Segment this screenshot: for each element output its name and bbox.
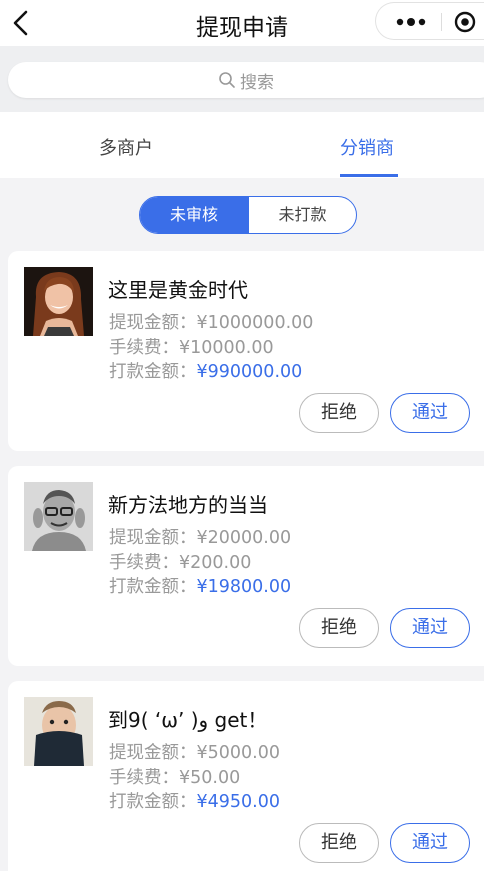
- filter-unpaid[interactable]: 未打款: [248, 197, 356, 233]
- withdrawal-card: 新方法地方的当当 提现金额：¥20000.00 手续费：¥200.00 打款金额…: [8, 466, 484, 666]
- payout-row: 打款金额：¥4950.00: [109, 792, 281, 812]
- payout-amount: ¥19800.00: [196, 577, 292, 597]
- payout-row: 打款金额：¥19800.00: [109, 577, 292, 597]
- approve-button[interactable]: 通过: [390, 608, 470, 648]
- avatar: [24, 482, 93, 551]
- search-icon: [219, 72, 235, 88]
- active-tab-indicator: [340, 174, 398, 177]
- fee-amount: ¥200.00: [179, 553, 252, 573]
- reject-button[interactable]: 拒绝: [299, 823, 379, 863]
- avatar: [24, 267, 93, 336]
- withdrawal-card: 到9( ‘ω’ )و get！ 提现金额：¥5000.00 手续费：¥50.00…: [8, 681, 484, 871]
- avatar: [24, 697, 93, 766]
- search-input[interactable]: 搜索: [8, 62, 484, 98]
- distributor-name: 这里是黄金时代: [108, 278, 248, 302]
- fee-amount: ¥50.00: [179, 768, 241, 788]
- search-placeholder: 搜索: [240, 72, 274, 93]
- payout-amount: ¥990000.00: [196, 362, 303, 382]
- fee-amount: ¥10000.00: [179, 338, 274, 358]
- withdraw-amount-row: 提现金额：¥1000000.00: [109, 313, 314, 333]
- distributor-name: 到9( ‘ω’ )و get！: [108, 708, 268, 732]
- more-icon[interactable]: [394, 12, 428, 32]
- payout-row: 打款金额：¥990000.00: [109, 362, 303, 382]
- fee-row: 手续费：¥200.00: [109, 553, 252, 573]
- withdraw-amount: ¥1000000.00: [196, 313, 314, 333]
- close-mini-program-icon[interactable]: [454, 11, 476, 33]
- withdraw-amount: ¥5000.00: [196, 743, 281, 763]
- withdraw-amount-row: 提现金额：¥20000.00: [109, 528, 292, 548]
- tab-multi-merchant[interactable]: 多商户: [99, 134, 153, 160]
- fee-row: 手续费：¥10000.00: [109, 338, 274, 358]
- navbar: 提现申请: [0, 0, 484, 46]
- search-bar-area: 搜索: [0, 46, 484, 112]
- approve-button[interactable]: 通过: [390, 823, 470, 863]
- tab-bar: 多商户 分销商: [0, 112, 484, 178]
- distributor-name: 新方法地方的当当: [108, 493, 268, 517]
- withdraw-amount: ¥20000.00: [196, 528, 292, 548]
- tab-distributor[interactable]: 分销商: [340, 134, 394, 160]
- reject-button[interactable]: 拒绝: [299, 393, 379, 433]
- mini-program-capsule: [375, 2, 484, 40]
- withdraw-amount-row: 提现金额：¥5000.00: [109, 743, 281, 763]
- fee-row: 手续费：¥50.00: [109, 768, 241, 788]
- filter-unreviewed[interactable]: 未审核: [140, 197, 248, 233]
- reject-button[interactable]: 拒绝: [299, 608, 379, 648]
- payout-amount: ¥4950.00: [196, 792, 281, 812]
- approve-button[interactable]: 通过: [390, 393, 470, 433]
- withdrawal-card: 这里是黄金时代 提现金额：¥1000000.00 手续费：¥10000.00 打…: [8, 251, 484, 451]
- status-filter: 未审核 未打款: [139, 196, 357, 234]
- capsule-divider: [441, 13, 442, 31]
